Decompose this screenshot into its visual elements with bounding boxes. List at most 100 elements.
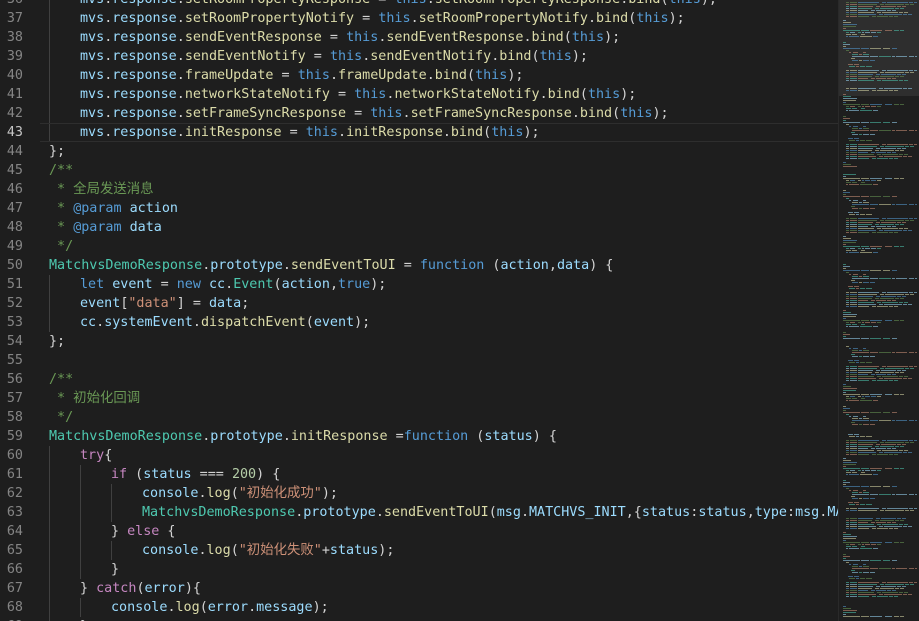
code-text[interactable]: mvs.response.setRoomPropertyResponse = t… <box>80 0 717 9</box>
minimap-line <box>877 158 888 159</box>
code-line[interactable]: 51 let event = new cc.Event(action,true); <box>0 275 838 294</box>
code-text[interactable]: mvs.response.setFrameSyncResponse = this… <box>80 104 669 123</box>
code-line[interactable]: 49 */ <box>0 237 838 256</box>
minimap-line <box>854 502 859 503</box>
minimap-line <box>908 304 912 305</box>
code-line[interactable]: 37 mvs.response.setRoomPropertyNotify = t… <box>0 9 838 28</box>
minimap-line <box>861 270 869 271</box>
code-line[interactable]: 41 mvs.response.networkStateNotify = this… <box>0 85 838 104</box>
minimap-line <box>885 220 904 221</box>
code-line[interactable]: 54}; <box>0 332 838 351</box>
code-line[interactable]: 39 mvs.response.sendEventNotify = this.se… <box>0 47 838 66</box>
code-token: + <box>321 543 330 558</box>
code-line[interactable]: 58 */ <box>0 408 838 427</box>
minimap-line <box>850 528 857 529</box>
minimap-line <box>892 522 896 523</box>
minimap-line <box>877 12 881 13</box>
code-line[interactable]: 63 MatchvsDemoResponse.prototype.sendEven… <box>0 503 919 522</box>
line-number: 39 <box>6 49 23 64</box>
code-text[interactable]: }; <box>49 332 65 351</box>
code-text[interactable]: */ <box>49 408 73 427</box>
code-line[interactable]: 61 if (status === 200) { <box>0 465 838 484</box>
code-text[interactable]: } else { <box>111 522 176 541</box>
code-line[interactable]: 44}; <box>0 142 838 161</box>
code-text[interactable]: } catch(error){ <box>80 579 201 598</box>
code-editor[interactable]: 36mvs.response.setRoomPropertyResponse =… <box>0 0 919 621</box>
minimap-line <box>843 176 846 177</box>
minimap-line <box>871 522 875 523</box>
code-text[interactable]: mvs.response.sendEventResponse = this.se… <box>80 28 620 47</box>
code-text[interactable]: * @param action <box>49 199 178 218</box>
code-line[interactable]: 69} <box>0 617 838 621</box>
code-text[interactable]: } <box>111 560 119 579</box>
code-line[interactable]: 36mvs.response.setRoomPropertyResponse =… <box>0 0 838 9</box>
code-text[interactable]: */ <box>49 237 73 256</box>
code-line[interactable]: 50 MatchvsDemoResponse.prototype.sendEven… <box>0 256 838 275</box>
code-text[interactable]: mvs.response.networkStateNotify = this.n… <box>80 85 636 104</box>
code-line[interactable]: 56 /** <box>0 370 838 389</box>
minimap-line <box>870 572 875 573</box>
code-text[interactable]: * @param data <box>49 218 162 237</box>
minimap-line <box>843 320 860 321</box>
code-text[interactable]: MatchvsDemoResponse.prototype.sendEventT… <box>49 256 613 275</box>
code-line[interactable]: 47 * @param action <box>0 199 838 218</box>
code-line[interactable]: 64} else { <box>0 522 838 541</box>
code-token: . <box>427 0 435 7</box>
code-text[interactable]: let event = new cc.Event(action,true); <box>80 275 386 294</box>
code-text[interactable]: console.log(error.message); <box>111 598 329 617</box>
code-token: } <box>111 562 120 577</box>
code-line[interactable]: 67} catch(error){ <box>0 579 838 598</box>
minimap-line <box>852 130 869 131</box>
code-text[interactable]: mvs.response.frameUpdate = this.frameUpd… <box>80 66 523 85</box>
code-token: . <box>198 486 207 501</box>
code-line[interactable]: 65 console.log("初始化失败"+status); <box>0 541 838 560</box>
code-text[interactable]: * 全局发送消息 <box>49 180 153 199</box>
code-line[interactable]: 53 cc.systemEvent.dispatchEvent(event); <box>0 313 838 332</box>
code-token: . <box>167 600 176 615</box>
code-text[interactable]: MatchvsDemoResponse.prototype.initRespon… <box>49 427 557 446</box>
minimap-line <box>849 140 855 141</box>
minimap-line <box>894 16 898 17</box>
minimap-line <box>846 548 848 549</box>
code-text[interactable]: /** <box>49 370 73 389</box>
minimap-line <box>843 332 846 333</box>
code-line[interactable]: 55 <box>0 351 838 370</box>
code-line[interactable]: 46 * 全局发送消息 <box>0 180 838 199</box>
minimap-line <box>892 590 896 591</box>
code-text[interactable]: } <box>80 617 88 621</box>
code-text[interactable]: console.log("初始化失败"+status); <box>142 541 394 560</box>
code-line[interactable]: 40 mvs.response.frameUpdate = this.frameU… <box>0 66 838 85</box>
code-line[interactable]: 57 * 初始化回调 <box>0 389 838 408</box>
code-text[interactable]: cc.systemEvent.dispatchEvent(event); <box>80 313 370 332</box>
code-line[interactable]: 68 console.log(error.message); <box>0 598 838 617</box>
code-line[interactable]: 42 mvs.response.setFrameSyncResponse = th… <box>0 104 838 123</box>
code-text[interactable]: console.log("初始化成功"); <box>142 484 338 503</box>
code-token: . <box>375 505 384 520</box>
code-text[interactable]: /** <box>49 161 73 180</box>
code-text[interactable]: mvs.response.initResponse = this.initRes… <box>80 123 540 142</box>
code-line[interactable]: 66} <box>0 560 838 579</box>
code-line[interactable]: 62 console.log("初始化成功"); <box>0 484 838 503</box>
minimap[interactable] <box>838 0 919 621</box>
code-line[interactable]: 45 /** <box>0 161 838 180</box>
code-line[interactable]: 38 mvs.response.sendEventResponse = this.… <box>0 28 838 47</box>
code-line[interactable]: 60 try{ <box>0 446 838 465</box>
code-line[interactable]: 52 event["data"] = data; <box>0 294 838 313</box>
code-line[interactable]: 59 MatchvsDemoResponse.prototype.initResp… <box>0 427 838 446</box>
code-text[interactable]: }; <box>49 142 65 161</box>
code-text[interactable]: event["data"] = data; <box>80 294 249 313</box>
minimap-line <box>895 588 899 589</box>
minimap-line <box>854 434 859 435</box>
code-text[interactable]: if (status === 200) { <box>111 465 280 484</box>
code-text[interactable]: mvs.response.sendEventNotify = this.send… <box>80 47 588 66</box>
minimap-line <box>843 196 860 197</box>
code-text[interactable]: mvs.response.setRoomPropertyNotify = thi… <box>80 9 685 28</box>
code-line[interactable]: 43 mvs.response.initResponse = this.initR… <box>0 123 838 142</box>
code-lines[interactable]: 36mvs.response.setRoomPropertyResponse =… <box>0 0 919 621</box>
minimap-line <box>914 582 917 583</box>
code-line[interactable]: 48 * @param data <box>0 218 838 237</box>
code-text[interactable]: try{ <box>80 446 112 465</box>
code-text[interactable]: * 初始化回调 <box>49 389 140 408</box>
minimap-line <box>843 616 860 617</box>
code-text[interactable]: MatchvsDemoResponse.prototype.sendEventT… <box>142 503 919 522</box>
